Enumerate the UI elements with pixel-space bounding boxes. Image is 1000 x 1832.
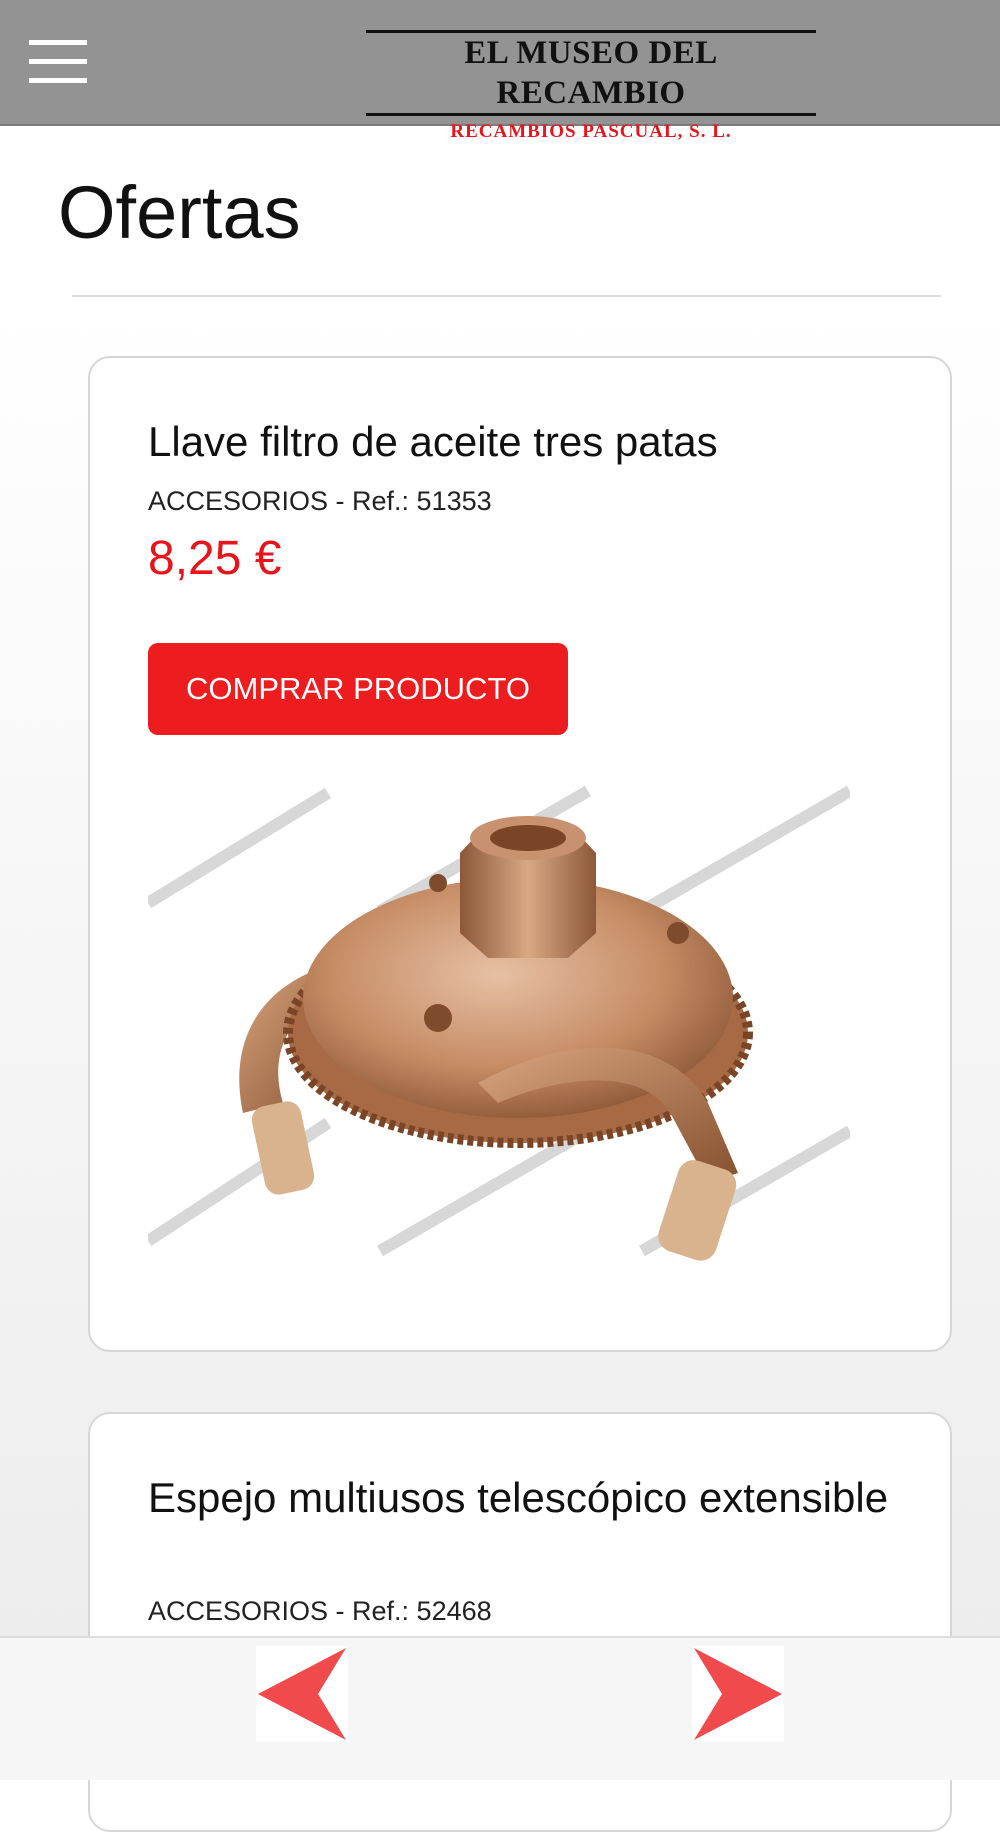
arrow-left-icon[interactable]: [256, 1646, 348, 1742]
product-category-ref: ACCESORIOS - Ref.: 52468: [148, 1596, 492, 1626]
site-logo[interactable]: EL MUSEO DEL RECAMBIO RECAMBIOS PASCUAL,…: [366, 30, 816, 142]
logo-subtitle: RECAMBIOS PASCUAL, S. L.: [450, 121, 732, 142]
hamburger-menu-icon[interactable]: [29, 40, 87, 84]
product-name[interactable]: Espejo multiusos telescópico extensible: [148, 1472, 908, 1524]
product-card: Llave filtro de aceite tres patas ACCESO…: [88, 356, 952, 1352]
buy-product-button[interactable]: COMPRAR PRODUCTO: [148, 643, 568, 735]
app-header: EL MUSEO DEL RECAMBIO RECAMBIOS PASCUAL,…: [0, 0, 1000, 142]
product-price: 8,25 €: [148, 532, 282, 585]
product-name[interactable]: Llave filtro de aceite tres patas: [148, 416, 908, 468]
product-category-ref: ACCESORIOS - Ref.: 51353: [148, 486, 492, 516]
page-title: Ofertas: [58, 171, 301, 254]
bottom-navigation: [0, 1636, 1000, 1780]
title-divider: [72, 295, 941, 297]
product-image-oil-filter-wrench[interactable]: [148, 783, 850, 1261]
arrow-right-icon[interactable]: [692, 1646, 784, 1742]
logo-title: EL MUSEO DEL RECAMBIO: [366, 30, 816, 116]
